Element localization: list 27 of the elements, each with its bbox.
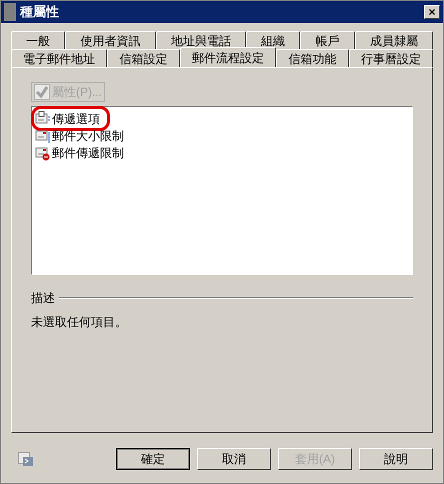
mail-icon — [35, 128, 51, 144]
tab[interactable]: 使用者資訊 — [65, 31, 156, 49]
tab[interactable]: 行事曆設定 — [348, 49, 434, 67]
console-icon — [18, 451, 34, 467]
section-heading: 描述 — [31, 290, 55, 307]
tab[interactable]: 一般 — [11, 31, 66, 49]
mail-icon — [35, 144, 51, 160]
list-item[interactable]: 郵件大小限制 — [35, 127, 130, 144]
close-button[interactable]: × — [424, 5, 440, 19]
description-text: 未選取任何項目。 — [31, 314, 128, 331]
dialog-button[interactable]: 說明 — [359, 448, 433, 470]
tab[interactable]: 郵件流程設定 — [180, 47, 276, 67]
tab[interactable]: 信箱設定 — [107, 49, 180, 67]
list-item[interactable]: 郵件傳遞限制 — [35, 144, 130, 161]
tab[interactable]: 組織 — [246, 31, 300, 49]
window-title: 種屬性 — [20, 3, 60, 22]
dialog-button[interactable]: 取消 — [197, 448, 271, 470]
tab[interactable]: 信箱功能 — [276, 49, 349, 67]
tab[interactable]: 地址與電話 — [156, 31, 246, 49]
tab[interactable]: 成員隸屬 — [354, 31, 433, 49]
tab[interactable]: 帳戶 — [300, 31, 355, 49]
list-item[interactable]: 傳遞選項 — [35, 110, 106, 127]
tab[interactable]: 電子郵件地址 — [11, 49, 108, 67]
mail-icon — [35, 110, 51, 126]
dialog-button[interactable]: 確定 — [116, 448, 190, 470]
checkmark-icon — [34, 84, 50, 100]
window-icon — [4, 3, 16, 21]
